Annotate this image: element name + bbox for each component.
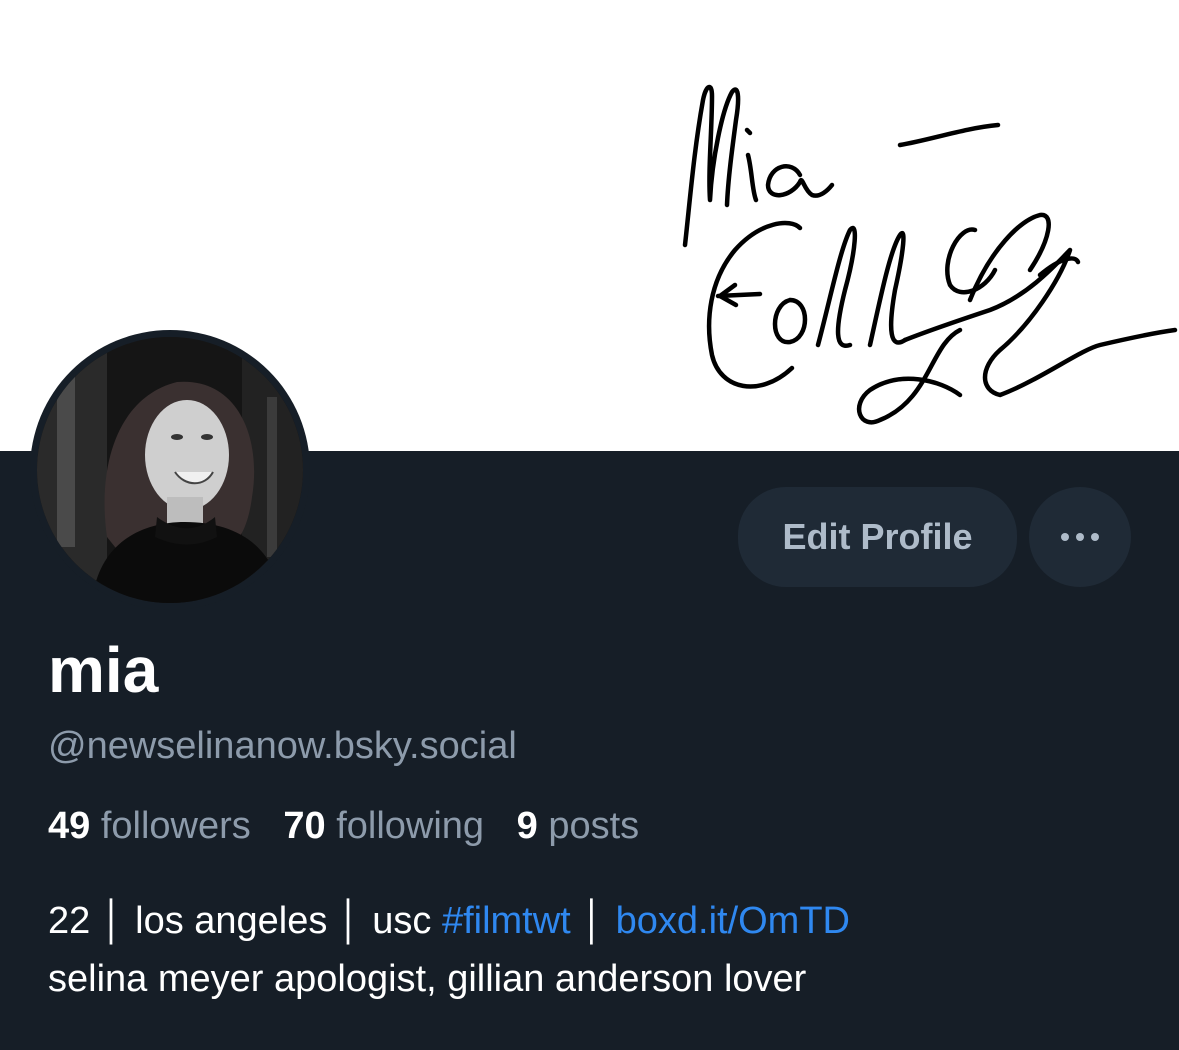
posts-link[interactable]: 9 posts [517, 805, 640, 847]
following-link[interactable]: 70 following [283, 805, 484, 847]
more-options-button[interactable] [1029, 487, 1131, 587]
bio-line-1: 22 │ los angeles │ usc #filmtwt │ boxd.i… [48, 892, 850, 950]
followers-link[interactable]: 49 followers [48, 805, 251, 847]
bio-text: 22 │ los angeles │ usc [48, 900, 442, 942]
display-name: mia [48, 634, 159, 706]
bio-line-2: selina meyer apologist, gillian anderson… [48, 958, 807, 1000]
following-count: 70 [283, 805, 326, 847]
avatar[interactable] [30, 330, 310, 610]
avatar-photo [37, 337, 303, 603]
posts-count: 9 [516, 805, 538, 847]
bio-url-link[interactable]: boxd.it/OmTD [616, 900, 850, 942]
profile-handle: @newselinanow.bsky.social [48, 725, 517, 767]
ellipsis-icon [1061, 533, 1099, 541]
profile-stats: 49 followers 70 following 9 posts [48, 802, 661, 850]
profile-bio: 22 │ los angeles │ usc #filmtwt │ boxd.i… [48, 892, 850, 1008]
posts-label: posts [548, 805, 640, 847]
followers-count: 49 [48, 805, 91, 847]
bio-separator: │ [570, 900, 616, 942]
hashtag-link[interactable]: #filmtwt [442, 900, 571, 942]
edit-profile-button[interactable]: Edit Profile [738, 487, 1017, 587]
followers-label: followers [100, 805, 251, 847]
edit-profile-label: Edit Profile [782, 516, 973, 557]
profile-page: Edit Profile mia @newselinanow.bsky.soci… [0, 0, 1179, 1050]
following-label: following [336, 805, 485, 847]
